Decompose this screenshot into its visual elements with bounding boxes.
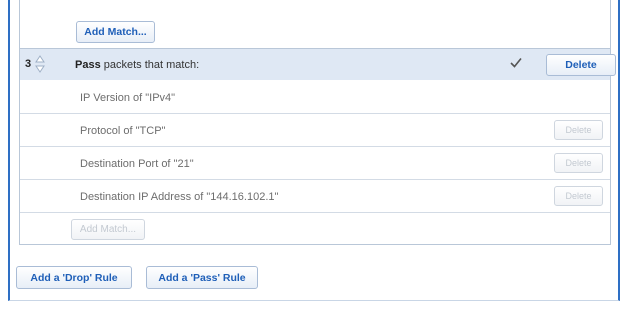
delete-condition-button[interactable]: Delete — [554, 120, 603, 140]
add-pass-rule-button[interactable]: Add a 'Pass' Rule — [146, 266, 258, 289]
delete-condition-button[interactable]: Delete — [554, 153, 603, 173]
condition-text: IP Version of "IPv4" — [80, 92, 176, 104]
add-match-button-disabled[interactable]: Add Match... — [71, 219, 145, 240]
condition-row: Destination Port of "21" Delete — [20, 146, 610, 179]
checkmark-icon[interactable] — [509, 56, 523, 70]
rule-action: Pass — [75, 59, 101, 71]
condition-row: IP Version of "IPv4" — [20, 80, 610, 113]
condition-text: Protocol of "TCP" — [80, 125, 166, 137]
add-match-button[interactable]: Add Match... — [76, 21, 155, 43]
rule-list: Add Match... 3 Pass packets that match: … — [19, 0, 616, 245]
add-drop-rule-button[interactable]: Add a 'Drop' Rule — [16, 266, 132, 289]
delete-condition-button[interactable]: Delete — [554, 186, 603, 206]
rules-panel: Add Match... 3 Pass packets that match: … — [8, 0, 620, 301]
condition-row: Destination IP Address of "144.16.102.1"… — [20, 179, 610, 212]
rule-number: 3 — [25, 58, 32, 70]
rule-title-text: packets that match: — [100, 59, 200, 71]
condition-text: Destination Port of "21" — [80, 158, 194, 170]
condition-row: Protocol of "TCP" Delete — [20, 113, 610, 146]
reorder-arrows-icon[interactable] — [35, 55, 45, 73]
add-match-row: Add Match... — [20, 212, 610, 244]
delete-rule-button[interactable]: Delete — [546, 54, 616, 76]
condition-text: Destination IP Address of "144.16.102.1" — [80, 191, 279, 203]
rule-title: Pass packets that match: — [75, 59, 199, 71]
rule-row[interactable]: 3 Pass packets that match: Delete — [20, 48, 616, 80]
